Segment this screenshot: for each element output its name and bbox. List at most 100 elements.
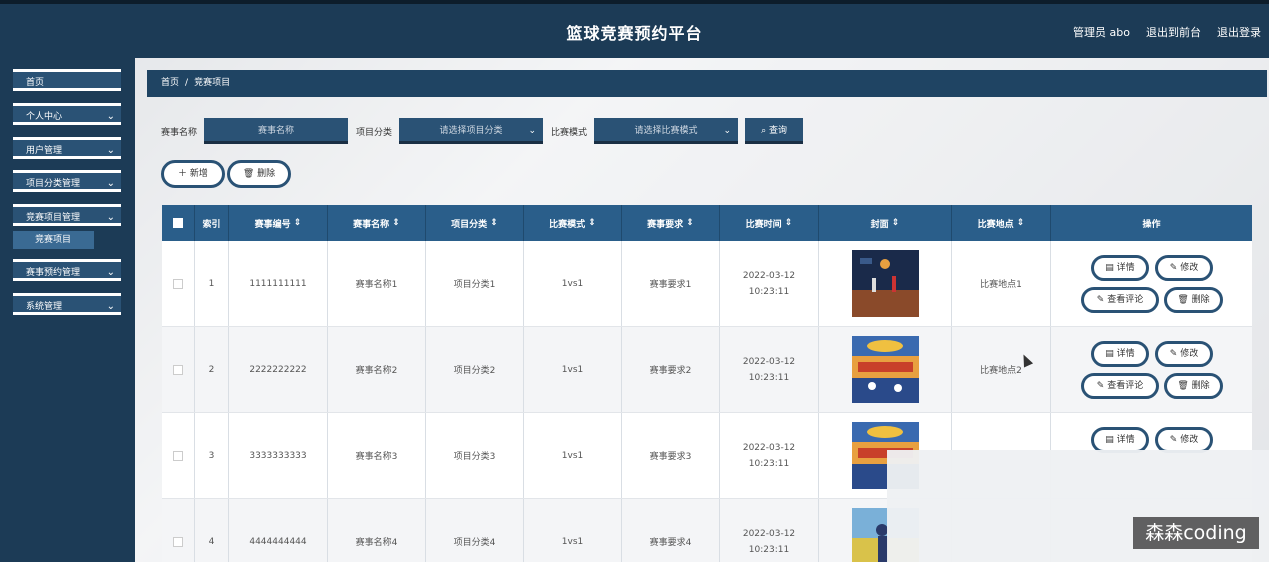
watermark: 森森coding [1133,517,1259,549]
row-select-cell [162,413,195,498]
cell-code: 1111111111 [229,241,328,326]
exit-to-front-link[interactable]: 退出到前台 [1146,24,1201,40]
trash-icon: 🗑 [1177,381,1192,391]
mode-label: 比赛模式 [551,127,588,138]
edit-button[interactable]: ✎ 修改 [1155,341,1213,367]
cell-name: 赛事名称1 [328,241,426,326]
sort-icon: ⇕ [781,218,793,228]
delete-button[interactable]: 🗑 删除 [1164,373,1223,399]
chevron-down-icon: ⌄ [106,212,115,223]
header-mode-label: 比赛模式 [549,219,586,230]
category-select-value: 请选择项目分类 [439,126,503,136]
sidebar-item-label: 用户管理 [26,146,63,156]
row-checkbox[interactable] [173,450,183,461]
select-all-checkbox[interactable] [173,218,183,228]
cover-image[interactable] [851,336,919,403]
detail-label: 详情 [1116,435,1135,445]
search-icon: ⌕ [761,126,769,136]
sort-icon: ⇕ [487,218,498,228]
cell-category: 项目分类4 [426,499,524,562]
header-code[interactable]: 赛事编号 ⇕ [229,205,328,241]
name-label: 赛事名称 [161,127,198,138]
row-select-cell [162,499,195,562]
chevron-down-icon: ⌄ [723,126,732,136]
document-icon: ▤ [1105,349,1117,359]
chevron-down-icon: ⌄ [106,178,115,189]
sort-icon: ⇕ [683,218,694,228]
sidebar-item-category-management[interactable]: 项目分类管理 ⌄ [13,170,121,192]
logout-link[interactable]: 退出登录 [1217,24,1261,40]
sidebar-item-reservation-management[interactable]: 赛事预约管理 ⌄ [13,259,121,281]
cell-requirement: 赛事要求2 [622,327,720,412]
view-comments-button[interactable]: ✎ 查看评论 [1081,373,1159,399]
delete-button[interactable]: 🗑 删除 [1164,287,1223,313]
cell-code: 3333333333 [229,413,328,498]
view-comments-button[interactable]: ✎ 查看评论 [1081,287,1159,313]
cell-location: 比赛地点2 [952,327,1051,412]
header-time[interactable]: 比赛时间 ⇕ [720,205,819,241]
sort-icon: ⇕ [389,218,400,228]
detail-label: 详情 [1116,263,1135,273]
header-requirement[interactable]: 赛事要求 ⇕ [622,205,720,241]
header-category-label: 项目分类 [451,219,488,230]
sidebar-item-label: 赛事预约管理 [26,268,81,278]
chevron-down-icon: ⌄ [106,111,115,122]
header-actions: 操作 [1142,219,1161,230]
row-checkbox[interactable] [173,364,183,375]
cell-cover [819,241,952,326]
detail-button[interactable]: ▤ 详情 [1091,255,1149,281]
sidebar-item-home[interactable]: 首页 [13,69,121,91]
mode-select[interactable]: 请选择比赛模式 ⌄ [594,118,739,144]
header-category[interactable]: 项目分类 ⇕ [426,205,524,241]
search-bar: 赛事名称 赛事名称 项目分类 请选择项目分类 ⌄ 比赛模式 请选择比赛模式 ⌄ … [161,118,804,144]
pencil-icon: ✎ [1096,381,1108,391]
header-name[interactable]: 赛事名称 ⇕ [328,205,426,241]
sidebar-item-label: 竞赛项目管理 [26,213,81,223]
header-mode[interactable]: 比赛模式 ⇕ [524,205,622,241]
sidebar-item-project-management[interactable]: 竞赛项目管理 ⌄ [13,204,121,226]
sort-icon: ⇕ [585,218,596,228]
edit-label: 修改 [1180,435,1199,445]
pencil-icon: ✎ [1169,349,1181,359]
trash-icon: 🗑 [242,169,258,179]
cell-category: 项目分类3 [426,413,524,498]
cell-time: 2022-03-12 10:23:11 [720,241,819,326]
top-bar: 篮球竞赛预约平台 管理员 abo 退出到前台 退出登录 [0,0,1269,58]
row-select-cell [162,327,195,412]
sidebar-item-personal-center[interactable]: 个人中心 ⌄ [13,103,121,125]
sidebar-subitem-competition-project[interactable]: 竞赛项目 [13,231,94,249]
row-checkbox[interactable] [173,278,183,289]
header-time-label: 比赛时间 [745,219,782,230]
pencil-icon: ✎ [1169,435,1181,445]
cover-image[interactable] [851,250,919,317]
cell-requirement: 赛事要求1 [622,241,720,326]
detail-button[interactable]: ▤ 详情 [1091,341,1149,367]
batch-delete-label: 删除 [257,169,276,179]
delete-label: 删除 [1191,295,1210,305]
edit-button[interactable]: ✎ 修改 [1155,255,1213,281]
sidebar-item-label: 项目分类管理 [26,179,81,189]
comments-label: 查看评论 [1107,295,1144,305]
cell-code: 4444444444 [229,499,328,562]
breadcrumb-home[interactable]: 首页 [161,78,179,88]
mode-select-value: 请选择比赛模式 [634,126,698,136]
sidebar-item-user-management[interactable]: 用户管理 ⌄ [13,137,121,159]
category-select[interactable]: 请选择项目分类 ⌄ [399,118,544,144]
batch-delete-button[interactable]: 🗑 删除 [227,160,291,188]
cell-index: 4 [195,499,229,562]
sidebar-item-system-management[interactable]: 系统管理 ⌄ [13,293,121,315]
cell-index: 1 [195,241,229,326]
add-button-label: 新增 [189,169,208,179]
header-cover-label: 封面 [870,219,889,230]
row-checkbox[interactable] [173,536,183,547]
name-search-input[interactable]: 赛事名称 [204,118,349,144]
sort-icon: ⇕ [888,218,900,228]
header-index: 索引 [195,205,229,241]
query-button[interactable]: ⌕ 查询 [745,118,804,144]
add-button[interactable]: ＋ 新增 [161,160,225,188]
header-cover[interactable]: 封面 ⇕ [819,205,952,241]
header-location[interactable]: 比赛地点 ⇕ [952,205,1051,241]
detail-label: 详情 [1116,349,1135,359]
cell-time: 2022-03-12 10:23:11 [720,499,819,562]
cell-actions: ▤ 详情 ✎ 修改 ✎ 查看评论 🗑 删除 [1051,327,1252,412]
